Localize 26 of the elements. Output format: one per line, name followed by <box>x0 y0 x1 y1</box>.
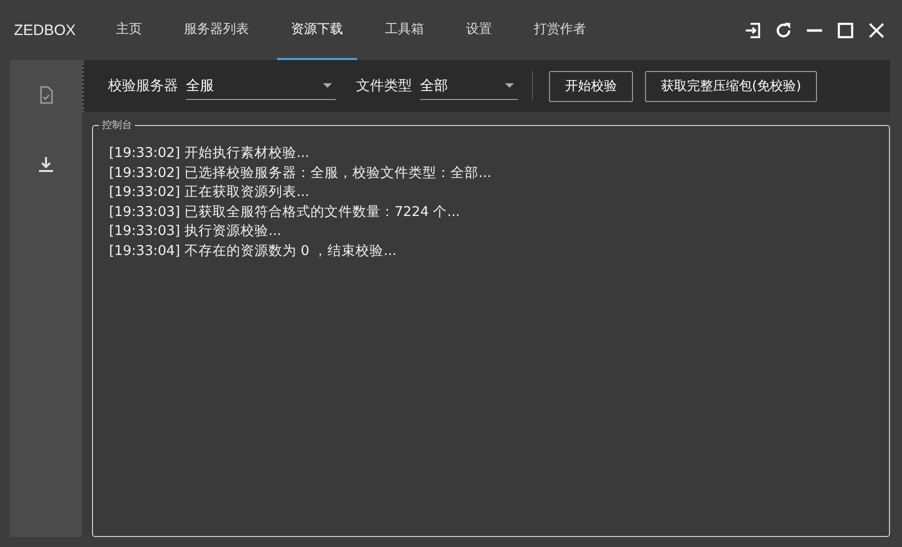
nav-tab[interactable]: 打赏作者 <box>520 0 600 60</box>
log-line: [19:33:04] 不存在的资源数为 0 ，结束校验... <box>109 242 398 260</box>
nav-tab[interactable]: 主页 <box>102 0 156 60</box>
nav-tab[interactable]: 服务器列表 <box>170 0 263 60</box>
file-type-dropdown[interactable]: 全部 <box>420 72 518 100</box>
console-title: 控制台 <box>99 118 135 132</box>
nav-tab[interactable]: 工具箱 <box>371 0 438 60</box>
refresh-icon[interactable] <box>774 20 793 40</box>
download-icon[interactable] <box>36 155 56 175</box>
nav-tab[interactable]: 设置 <box>452 0 506 60</box>
field-label: 文件类型 <box>356 77 412 95</box>
exit-icon[interactable] <box>743 20 762 40</box>
app-title: ZEDBOX <box>14 22 77 38</box>
server-dropdown[interactable]: 全服 <box>186 72 336 100</box>
log-line: [19:33:03] 已获取全服符合格式的文件数量：7224 个... <box>109 202 461 222</box>
log-line: [19:33:02] 正在获取资源列表... <box>109 183 310 202</box>
log-line: [19:33:02] 已选择校验服务器：全服，校验文件类型：全部... <box>109 164 492 182</box>
close-icon[interactable] <box>867 20 886 40</box>
maximize-icon[interactable] <box>836 20 855 40</box>
action-button[interactable]: 获取完整压缩包(免校验) <box>645 70 818 102</box>
action-button[interactable]: 开始校验 <box>549 70 633 102</box>
caret-icon <box>505 82 514 88</box>
field-label: 校验服务器 <box>108 77 178 95</box>
log-line: [19:33:02] 开始执行素材校验... <box>109 144 310 163</box>
caret-icon <box>323 82 332 88</box>
log-line: [19:33:03] 执行资源校验... <box>109 222 282 241</box>
